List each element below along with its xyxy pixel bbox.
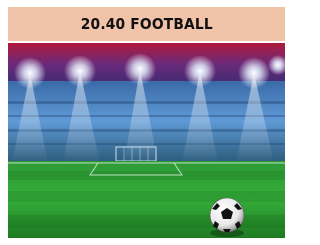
program-card[interactable]: 20.40 FOOTBALL (8, 7, 285, 238)
program-title: 20.40 FOOTBALL (80, 15, 213, 33)
program-header: 20.40 FOOTBALL (8, 7, 285, 41)
stadium-image[interactable] (8, 43, 285, 238)
football-icon (209, 197, 245, 237)
